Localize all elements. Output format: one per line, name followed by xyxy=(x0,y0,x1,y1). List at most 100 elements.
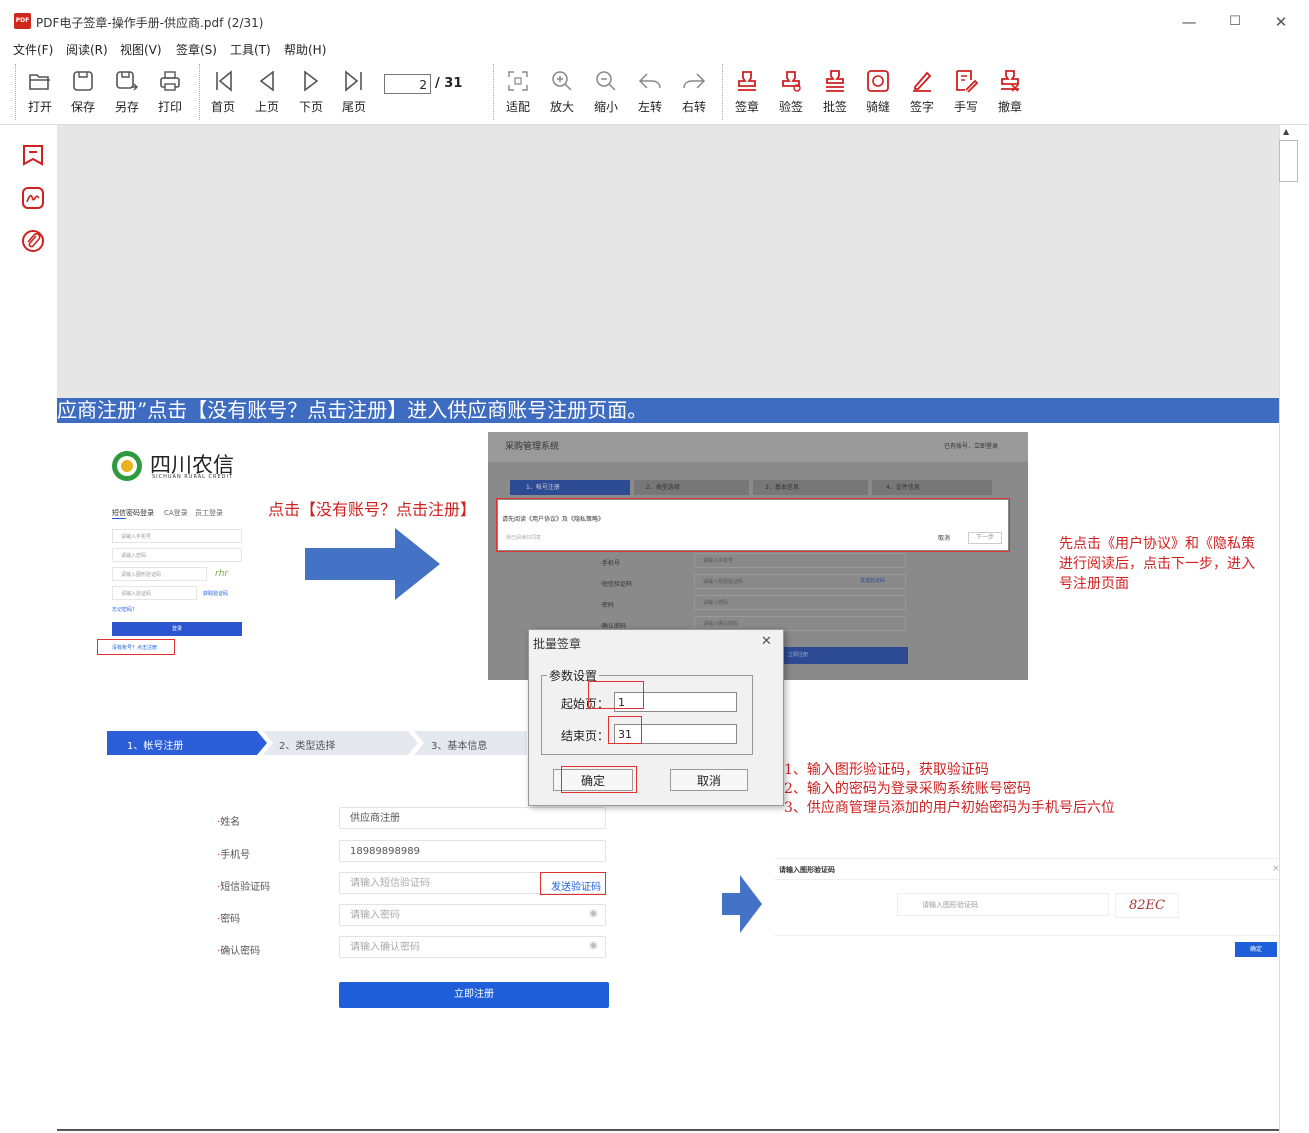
next-label: 下页 xyxy=(298,100,323,114)
rotate-left-button[interactable]: 左转 xyxy=(630,58,670,124)
sign-label: 签章 xyxy=(734,100,759,114)
verify-button[interactable]: 验签 xyxy=(771,58,811,124)
right-note-2: 进行阅读后，点击下一步，进入 xyxy=(1059,556,1255,572)
prev-page-button[interactable]: 上页 xyxy=(247,58,287,124)
login-button: 登录 xyxy=(112,622,242,636)
pdf-app-icon: PDF xyxy=(14,13,31,29)
fit-label: 适配 xyxy=(505,100,530,114)
first-page-button[interactable]: 首页 xyxy=(203,58,243,124)
end-page-highlight xyxy=(608,716,642,744)
window-title: PDF电子签章-操作手册-供应商.pdf (2/31) xyxy=(36,16,264,30)
save-button[interactable]: 保存 xyxy=(63,58,103,124)
verify-label: 验签 xyxy=(778,100,803,114)
zoom-in-label: 放大 xyxy=(549,100,574,114)
dialog-close-button[interactable]: ✕ xyxy=(761,634,772,649)
shot-step-3: 3、基本信息 xyxy=(753,480,868,495)
zoom-in-icon xyxy=(552,71,572,91)
batch-label: 批签 xyxy=(822,100,847,114)
handwrite-icon xyxy=(956,70,979,93)
zoom-in-button[interactable]: 放大 xyxy=(542,58,582,124)
menu-help[interactable]: 帮助(H) xyxy=(284,41,326,58)
save-as-button[interactable]: 另存 xyxy=(107,58,147,124)
prev-label: 上页 xyxy=(254,100,279,114)
shot-label-password: ·密码 xyxy=(600,602,614,609)
print-button[interactable]: 打印 xyxy=(150,58,190,124)
close-button[interactable]: ✕ xyxy=(1258,8,1304,36)
dialog-cancel-button[interactable]: 取消 xyxy=(670,769,748,791)
step-2: 2、类型选择 xyxy=(279,741,336,752)
page-total: / 31 xyxy=(435,76,463,91)
menu-tools[interactable]: 工具(T) xyxy=(230,41,271,58)
shot-field-phone: 请输入手机号 xyxy=(694,553,906,568)
seam-label: 骑缝 xyxy=(865,100,890,114)
signature-list-icon[interactable] xyxy=(20,185,46,211)
menu-sign[interactable]: 签章(S) xyxy=(176,41,217,58)
attachment-icon[interactable] xyxy=(20,228,46,254)
minimize-button[interactable]: — xyxy=(1166,8,1212,36)
shot-send-code: 发送验证码 xyxy=(860,578,886,584)
toolbar: 打开 保存 另存 打印 首页 上页 下页 尾页 适配 放大 缩小 左转 右转 签… xyxy=(0,58,1309,125)
sichuan-logo-icon xyxy=(112,451,142,481)
captcha-input: 请输入图形验证码 xyxy=(897,893,1109,916)
next-page-button[interactable]: 下页 xyxy=(291,58,331,124)
field-phone: 18989898989 xyxy=(339,840,606,862)
label-password: ·密码 xyxy=(217,914,241,925)
vertical-scrollbar[interactable]: ▲ xyxy=(1279,125,1309,1133)
rotate-right-button[interactable]: 右转 xyxy=(674,58,714,124)
first-page-icon xyxy=(216,70,232,92)
pen-icon xyxy=(913,71,932,92)
menu-read[interactable]: 阅读(R) xyxy=(66,41,108,58)
next-page-icon xyxy=(304,70,319,92)
shot-step-4: 4、证件信息 xyxy=(872,480,992,495)
scroll-up-arrow-icon[interactable]: ▲ xyxy=(1283,127,1289,136)
login-phone: 请输入手机号 xyxy=(112,529,242,543)
shot-label-code: ·短信验证码 xyxy=(600,581,632,588)
batch-sign-dialog: 批量签章 ✕ 参数设置 起始页： 1 结束页： 31 确定 取消 xyxy=(528,629,784,806)
login-get-code: 获取验证码 xyxy=(203,591,229,597)
print-label: 打印 xyxy=(157,100,182,114)
label-sms-code: ·短信验证码 xyxy=(217,882,271,893)
stamp-icon xyxy=(738,71,756,91)
seam-sign-button[interactable]: 骑缝 xyxy=(858,58,898,124)
bookmark-icon[interactable] xyxy=(20,143,46,169)
seam-stamp-icon xyxy=(867,70,889,92)
page-number-input[interactable]: 2 xyxy=(384,74,431,94)
login-code: 请输入验证码 xyxy=(112,586,197,600)
send-code-highlight xyxy=(540,872,606,895)
captcha-title: 请输入图形验证码 xyxy=(779,866,835,874)
folder-icon xyxy=(29,74,50,90)
login-tab-ca: CA登录 xyxy=(164,509,188,517)
menu-view[interactable]: 视图(V) xyxy=(120,41,162,58)
end-page-label: 结束页： xyxy=(561,729,610,743)
open-button[interactable]: 打开 xyxy=(20,58,60,124)
rotate-right-icon xyxy=(683,73,706,89)
start-page-highlight xyxy=(588,681,644,709)
fit-button[interactable]: 适配 xyxy=(498,58,538,124)
logo-english: SICHUAN RURAL CREDIT xyxy=(152,474,234,480)
register-button: 立即注册 xyxy=(339,982,609,1008)
zoom-out-button[interactable]: 缩小 xyxy=(586,58,626,124)
signature-button[interactable]: 签字 xyxy=(902,58,942,124)
menu-file[interactable]: 文件(F) xyxy=(13,41,53,58)
note-2: 2、输入的密码为登录采购系统账号密码 xyxy=(784,781,1031,797)
printer-icon xyxy=(160,71,180,91)
save-label: 保存 xyxy=(70,100,95,114)
sign-button[interactable]: 签章 xyxy=(727,58,767,124)
captcha-close-icon: × xyxy=(1272,864,1280,874)
maximize-button[interactable]: ☐ xyxy=(1212,8,1258,36)
left-side-panel xyxy=(0,125,58,1133)
shot-step-2: 2、类型选择 xyxy=(634,480,749,495)
last-label: 尾页 xyxy=(341,100,366,114)
first-label: 首页 xyxy=(210,100,235,114)
label-phone: ·手机号 xyxy=(217,850,251,861)
handwrite-button[interactable]: 手写 xyxy=(946,58,986,124)
no-account-highlight xyxy=(97,639,175,655)
revoke-button[interactable]: 撤章 xyxy=(990,58,1030,124)
field-confirm-password: 请输入确认密码 xyxy=(339,936,606,958)
field-password: 请输入密码 xyxy=(339,904,606,926)
arrow-right-icon xyxy=(305,528,440,600)
scrollbar-thumb[interactable] xyxy=(1279,140,1298,182)
batch-sign-button[interactable]: 批签 xyxy=(815,58,855,124)
last-page-button[interactable]: 尾页 xyxy=(334,58,374,124)
save-as-icon xyxy=(116,71,138,91)
